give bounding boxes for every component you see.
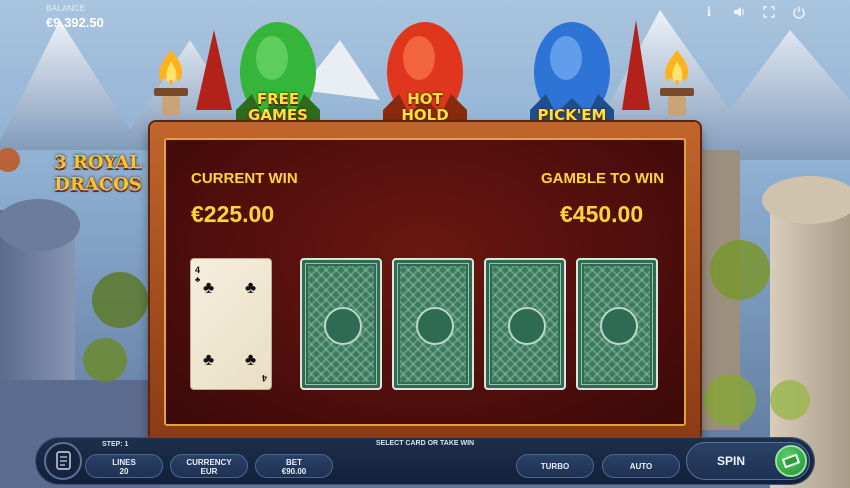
club-pip-icon: ♣ — [245, 278, 257, 297]
currency-value: EUR — [200, 467, 218, 476]
revealed-card: 4 ♣ ♣ ♣ ♣ ♣ 4 — [190, 258, 272, 390]
club-pip-icon: ♣ — [203, 350, 215, 369]
game-screen: BALANCE €9,392.50 i FREE GAMES HOT HOLD … — [0, 0, 850, 488]
fullscreen-icon[interactable] — [762, 5, 776, 19]
egg-label-line2: HOLD — [401, 106, 449, 124]
hidden-card-1[interactable] — [300, 258, 382, 390]
hot-hold-egg: HOT HOLD — [369, 14, 481, 126]
hidden-card-3[interactable] — [484, 258, 566, 390]
bet-value: €90.00 — [281, 467, 307, 476]
club-pip-icon: ♣ — [203, 278, 215, 297]
lines-button[interactable]: LINES 20 — [85, 454, 163, 478]
club-pip-icon: ♣ — [245, 350, 257, 369]
currency-label: CURRENCY — [186, 458, 232, 467]
club-suit-icon: ♣ — [195, 275, 201, 284]
dragon-emblem-icon — [416, 307, 454, 345]
sound-icon[interactable] — [732, 5, 746, 19]
dragon-emblem-icon — [600, 307, 638, 345]
hidden-card-4[interactable] — [576, 258, 658, 390]
auto-label: AUTO — [629, 462, 653, 471]
current-win-label: CURRENT WIN — [191, 170, 298, 187]
egg-label-line1: HOT — [407, 90, 443, 108]
pick-em-egg: PICK'EM — [516, 14, 628, 126]
currency-button[interactable]: CURRENCY EUR — [170, 454, 248, 478]
take-win-icon[interactable] — [775, 445, 807, 477]
dragon-emblem-icon — [324, 307, 362, 345]
logo-line1: 3 ROYAL — [54, 152, 142, 173]
paytable-button[interactable] — [44, 442, 82, 480]
card-rank-top: 4 — [195, 265, 201, 275]
turbo-label: TURBO — [540, 462, 570, 471]
free-games-egg: FREE GAMES — [222, 14, 334, 126]
game-logo: 3 ROYAL DRACOS — [42, 152, 154, 208]
bet-label: BET — [286, 458, 302, 467]
torch-left-icon — [154, 50, 188, 116]
status-message: SELECT CARD OR TAKE WIN — [375, 440, 475, 447]
lines-label: LINES — [112, 458, 136, 467]
egg-label-line1: PICK'EM — [537, 106, 607, 124]
current-win-value: €225.00 — [191, 201, 275, 227]
torch-right-icon — [660, 50, 694, 116]
step-indicator: STEP: 1 — [102, 441, 129, 448]
spin-label: SPIN — [717, 454, 746, 468]
turbo-button[interactable]: TURBO — [516, 454, 594, 478]
logo-line2: DRACOS — [54, 174, 142, 195]
gamble-to-win-label: GAMBLE TO WIN — [541, 170, 665, 187]
spin-button[interactable]: SPIN — [686, 442, 810, 480]
info-icon[interactable]: i — [702, 5, 716, 19]
power-icon[interactable] — [792, 5, 806, 19]
paytable-icon — [56, 451, 71, 470]
hidden-card-2[interactable] — [392, 258, 474, 390]
bet-button[interactable]: BET €90.00 — [255, 454, 333, 478]
dragon-emblem-icon — [508, 307, 546, 345]
lines-value: 20 — [119, 467, 129, 476]
gamble-to-win-value: €450.00 — [560, 201, 644, 227]
egg-label-line1: FREE — [256, 90, 300, 108]
balance-label: BALANCE — [46, 4, 86, 13]
balance-value: €9,392.50 — [46, 15, 104, 30]
auto-button[interactable]: AUTO — [602, 454, 680, 478]
egg-label-line2: GAMES — [248, 106, 308, 124]
card-rank-bottom: 4 — [261, 373, 267, 383]
